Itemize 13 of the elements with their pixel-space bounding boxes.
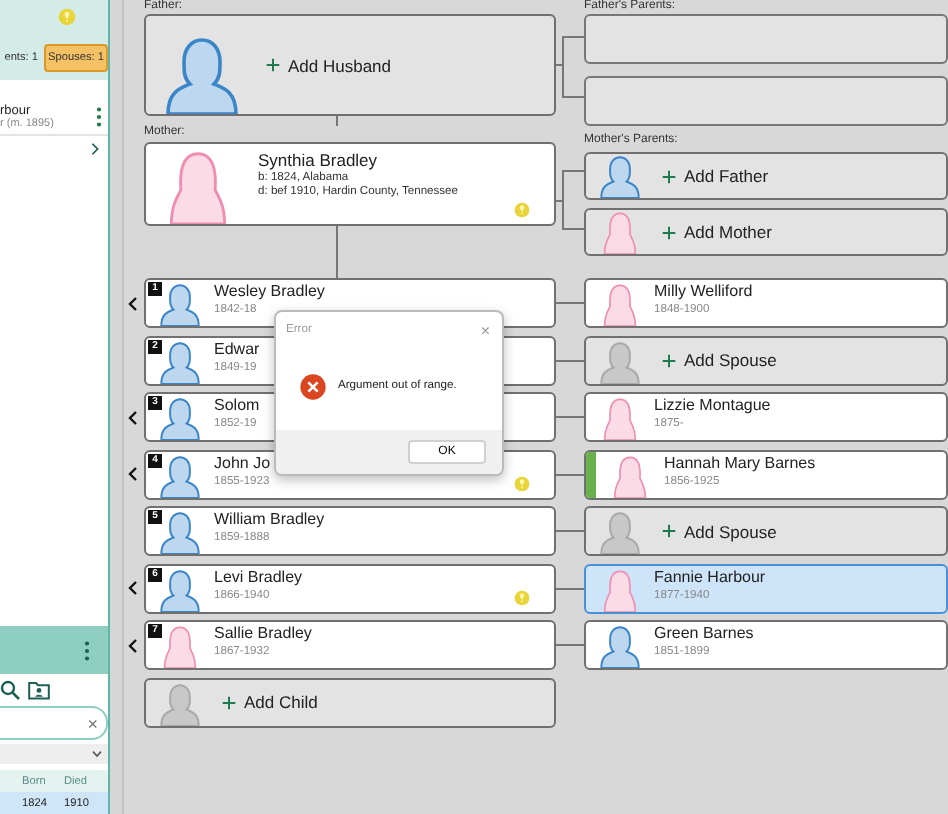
person-name: Green Barnes xyxy=(654,624,754,642)
person-name: Solom xyxy=(214,396,260,414)
person-name: William Bradley xyxy=(214,510,325,528)
person-name: Sallie Bradley xyxy=(214,624,312,642)
person-name: Wesley Bradley xyxy=(214,282,325,300)
person-name: Lizzie Montague xyxy=(654,396,771,414)
person-name: John Jo xyxy=(214,453,271,471)
person-name: Hannah Mary Barnes xyxy=(664,453,816,471)
person-name: Milly Welliford xyxy=(654,282,753,300)
person-name: Levi Bradley xyxy=(214,567,303,585)
person-name: Edwar xyxy=(214,339,260,357)
person-name: Fannie Harbour xyxy=(654,567,766,585)
person-name: Synthia Bradley xyxy=(258,150,380,170)
